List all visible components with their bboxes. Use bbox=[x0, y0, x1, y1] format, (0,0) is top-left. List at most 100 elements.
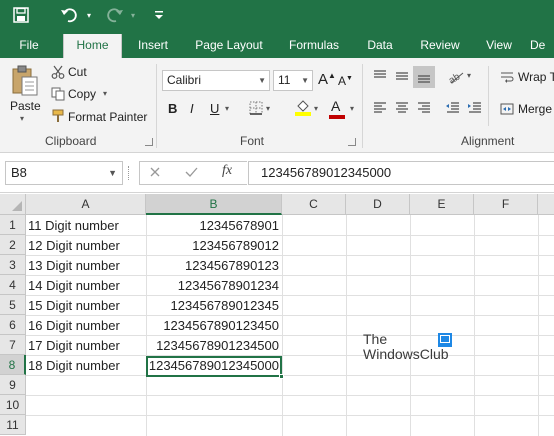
borders-dropdown-icon[interactable]: ▾ bbox=[266, 104, 270, 113]
align-right-icon[interactable] bbox=[415, 100, 433, 116]
font-color-dropdown-icon[interactable]: ▾ bbox=[350, 104, 354, 113]
font-launcher-icon[interactable] bbox=[348, 138, 356, 146]
cell-b1[interactable]: 12345678901 bbox=[147, 216, 281, 236]
cell-b4[interactable]: 12345678901234 bbox=[147, 276, 281, 296]
wrap-text-button[interactable]: Wrap T bbox=[518, 70, 554, 84]
tab-home[interactable]: Home bbox=[63, 34, 122, 58]
tab-data[interactable]: Data bbox=[358, 32, 402, 58]
cell-a8[interactable]: 18 Digit number bbox=[27, 356, 120, 376]
column-header-f[interactable]: F bbox=[474, 194, 538, 215]
orientation-icon[interactable]: ab bbox=[446, 68, 466, 86]
shrink-font-button[interactable]: A▼ bbox=[338, 74, 353, 88]
column-header-a[interactable]: A bbox=[26, 194, 146, 215]
font-name-combo[interactable]: Calibri ▼ bbox=[162, 70, 270, 91]
paste-icon[interactable] bbox=[8, 64, 42, 98]
cell-a3[interactable]: 13 Digit number bbox=[27, 256, 120, 276]
cut-icon[interactable] bbox=[50, 64, 66, 80]
grow-font-button[interactable]: A▲ bbox=[318, 71, 336, 88]
decrease-indent-icon[interactable] bbox=[444, 100, 462, 116]
cancel-icon[interactable] bbox=[149, 166, 163, 180]
bold-button[interactable]: B bbox=[168, 101, 177, 116]
format-painter-button[interactable]: Format Painter bbox=[68, 110, 147, 124]
tab-developer[interactable]: De bbox=[530, 32, 554, 58]
select-all-button[interactable] bbox=[0, 194, 26, 215]
row-header-7[interactable]: 7 bbox=[0, 335, 26, 355]
middle-align-icon[interactable] bbox=[393, 68, 411, 84]
column-header-c[interactable]: C bbox=[282, 194, 346, 215]
fill-color-dropdown-icon[interactable]: ▾ bbox=[314, 104, 318, 113]
formula-bar-grip[interactable] bbox=[128, 166, 132, 180]
tab-page-layout[interactable]: Page Layout bbox=[188, 32, 270, 58]
save-icon[interactable] bbox=[10, 4, 32, 26]
row-header-2[interactable]: 2 bbox=[0, 235, 26, 255]
copy-dropdown-icon[interactable]: ▾ bbox=[103, 89, 107, 98]
row-header-4[interactable]: 4 bbox=[0, 275, 26, 295]
font-size-dropdown-icon[interactable]: ▼ bbox=[301, 71, 309, 90]
cell-a7[interactable]: 17 Digit number bbox=[27, 336, 120, 356]
italic-button[interactable]: I bbox=[190, 101, 194, 116]
font-size-combo[interactable]: 11 ▼ bbox=[273, 70, 313, 91]
align-center-icon[interactable] bbox=[393, 100, 411, 116]
bottom-align-icon[interactable] bbox=[413, 66, 435, 88]
row-header-9[interactable]: 9 bbox=[0, 375, 26, 395]
clipboard-launcher-icon[interactable] bbox=[145, 138, 153, 146]
fill-handle[interactable] bbox=[279, 374, 284, 379]
paste-button[interactable]: Paste bbox=[10, 99, 41, 113]
cell-a6[interactable]: 16 Digit number bbox=[27, 316, 120, 336]
cell-a2[interactable]: 12 Digit number bbox=[27, 236, 120, 256]
copy-icon[interactable] bbox=[50, 86, 66, 102]
font-color-button[interactable]: A bbox=[331, 98, 340, 114]
format-painter-icon[interactable] bbox=[50, 108, 66, 124]
column-header-b[interactable]: B bbox=[146, 194, 282, 215]
name-box-dropdown-icon[interactable]: ▼ bbox=[108, 162, 117, 184]
tab-insert[interactable]: Insert bbox=[130, 32, 176, 58]
column-header-g[interactable] bbox=[538, 194, 554, 215]
fill-color-icon[interactable] bbox=[294, 98, 312, 116]
tab-formulas[interactable]: Formulas bbox=[282, 32, 346, 58]
column-header-e[interactable]: E bbox=[410, 194, 474, 215]
wrap-text-icon[interactable] bbox=[499, 69, 515, 85]
undo-icon[interactable] bbox=[58, 4, 80, 26]
tab-file[interactable]: File bbox=[12, 32, 46, 58]
merge-center-button[interactable]: Merge bbox=[518, 102, 552, 116]
row-header-3[interactable]: 3 bbox=[0, 255, 26, 275]
tab-view[interactable]: View bbox=[478, 32, 520, 58]
redo-dropdown-icon[interactable]: ▾ bbox=[128, 4, 138, 26]
cell-a1[interactable]: 11 Digit number bbox=[27, 216, 119, 236]
copy-button[interactable]: Copy bbox=[68, 87, 96, 101]
cell-a4[interactable]: 14 Digit number bbox=[27, 276, 120, 296]
row-header-6[interactable]: 6 bbox=[0, 315, 26, 335]
redo-icon[interactable] bbox=[104, 4, 126, 26]
column-header-d[interactable]: D bbox=[346, 194, 410, 215]
undo-dropdown-icon[interactable]: ▾ bbox=[84, 4, 94, 26]
merge-center-icon[interactable] bbox=[499, 101, 515, 117]
cell-b2[interactable]: 123456789012 bbox=[147, 236, 281, 256]
cell-a5[interactable]: 15 Digit number bbox=[27, 296, 120, 316]
top-align-icon[interactable] bbox=[371, 68, 389, 84]
name-box[interactable]: B8 ▼ bbox=[5, 161, 123, 185]
paste-dropdown-icon[interactable]: ▾ bbox=[20, 114, 24, 123]
insert-function-button[interactable]: fx bbox=[222, 163, 232, 179]
font-name-dropdown-icon[interactable]: ▼ bbox=[258, 71, 266, 90]
enter-check-icon[interactable] bbox=[185, 166, 199, 180]
row-header-8[interactable]: 8 bbox=[0, 355, 26, 375]
row-header-11[interactable]: 11 bbox=[0, 415, 26, 435]
align-left-icon[interactable] bbox=[371, 100, 389, 116]
borders-icon[interactable] bbox=[248, 100, 264, 116]
orientation-dropdown-icon[interactable]: ▾ bbox=[467, 71, 471, 80]
cell-b3[interactable]: 1234567890123 bbox=[147, 256, 281, 276]
row-header-1[interactable]: 1 bbox=[0, 215, 26, 235]
formula-input[interactable]: 123456789012345000 bbox=[248, 161, 554, 185]
underline-dropdown-icon[interactable]: ▾ bbox=[225, 104, 229, 113]
row-header-5[interactable]: 5 bbox=[0, 295, 26, 315]
cell-b7[interactable]: 12345678901234500 bbox=[147, 336, 281, 356]
spreadsheet-grid[interactable]: A B C D E F 1 2 3 4 5 6 7 8 9 10 11 11 D… bbox=[0, 194, 554, 436]
underline-button[interactable]: U bbox=[210, 101, 219, 116]
row-header-10[interactable]: 10 bbox=[0, 395, 26, 415]
cut-button[interactable]: Cut bbox=[68, 65, 87, 79]
increase-indent-icon[interactable] bbox=[466, 100, 484, 116]
customize-toolbar-icon[interactable] bbox=[151, 4, 167, 26]
cell-b6[interactable]: 1234567890123450 bbox=[147, 316, 281, 336]
cell-b5[interactable]: 123456789012345 bbox=[147, 296, 281, 316]
tab-review[interactable]: Review bbox=[412, 32, 468, 58]
